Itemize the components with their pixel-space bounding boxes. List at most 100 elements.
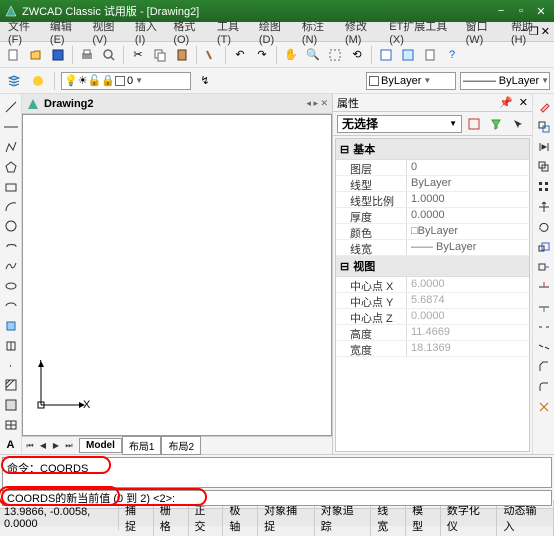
- mdi-close-button[interactable]: ✕: [541, 25, 550, 38]
- prop-ltscale-value[interactable]: 1.0000: [406, 192, 529, 207]
- rotate-button[interactable]: [535, 218, 553, 236]
- command-history[interactable]: 命令：COORDS: [2, 457, 552, 488]
- menu-draw[interactable]: 绘图(D): [255, 16, 298, 48]
- hatch-button[interactable]: [2, 376, 20, 394]
- paste-button[interactable]: [172, 45, 192, 65]
- block-button[interactable]: [2, 337, 20, 355]
- join-button[interactable]: [535, 338, 553, 356]
- layer-state-button[interactable]: [28, 71, 48, 91]
- tab-next-button[interactable]: ▶: [50, 439, 62, 453]
- offset-button[interactable]: [535, 158, 553, 176]
- prop-group-view[interactable]: ⊟视图: [336, 256, 529, 277]
- table-button[interactable]: [2, 416, 20, 434]
- undo-button[interactable]: ↶: [230, 45, 250, 65]
- selection-combo[interactable]: 无选择 ▼: [337, 115, 462, 133]
- menu-insert[interactable]: 插入(I): [131, 16, 169, 48]
- prop-color-value[interactable]: □ByLayer: [406, 224, 529, 239]
- menu-dim[interactable]: 标注(N): [298, 16, 341, 48]
- mtext-button[interactable]: A: [2, 436, 20, 454]
- circle-button[interactable]: [2, 217, 20, 235]
- tab-layout2[interactable]: 布局2: [161, 436, 201, 455]
- mdi-restore-button[interactable]: ❐: [529, 25, 539, 38]
- open-button[interactable]: [26, 45, 46, 65]
- cut-button[interactable]: ✂: [128, 45, 148, 65]
- prop-layer-value[interactable]: 0: [406, 160, 529, 175]
- fillet-button[interactable]: [535, 378, 553, 396]
- tab-layout1[interactable]: 布局1: [122, 436, 162, 455]
- match-button[interactable]: [201, 45, 221, 65]
- zoom-window-button[interactable]: [325, 45, 345, 65]
- color-combo[interactable]: ByLayer ▼: [366, 72, 456, 90]
- menu-format[interactable]: 格式(O): [169, 16, 213, 48]
- help-button[interactable]: ?: [442, 45, 462, 65]
- revcloud-button[interactable]: [2, 237, 20, 255]
- quick-select-button[interactable]: [486, 114, 506, 134]
- tab-last-button[interactable]: ⏭: [63, 439, 75, 453]
- array-button[interactable]: [535, 178, 553, 196]
- explode-button[interactable]: [535, 398, 553, 416]
- zoom-rt-button[interactable]: 🔍: [303, 45, 323, 65]
- scale-button[interactable]: [535, 238, 553, 256]
- spline-button[interactable]: [2, 257, 20, 275]
- region-button[interactable]: [2, 396, 20, 414]
- ellipse-arc-button[interactable]: [2, 297, 20, 315]
- trim-button[interactable]: [535, 278, 553, 296]
- tab-model[interactable]: Model: [79, 438, 122, 453]
- menu-view[interactable]: 视图(V): [88, 16, 130, 48]
- prop-lineweight-value[interactable]: —— ByLayer: [406, 240, 529, 255]
- redo-button[interactable]: ↷: [252, 45, 272, 65]
- prop-cx-value: 6.0000: [406, 277, 529, 292]
- pan-button[interactable]: ✋: [281, 45, 301, 65]
- print-button[interactable]: [77, 45, 97, 65]
- drawing-canvas[interactable]: X Y: [22, 114, 332, 436]
- break-button[interactable]: [535, 318, 553, 336]
- insert-button[interactable]: [2, 317, 20, 335]
- drawing-tab-label[interactable]: Drawing2: [44, 98, 94, 110]
- prop-group-basic[interactable]: ⊟基本: [336, 139, 529, 160]
- point-button[interactable]: ·: [2, 357, 20, 375]
- extend-button[interactable]: [535, 298, 553, 316]
- prop-linetype-value[interactable]: ByLayer: [406, 176, 529, 191]
- menu-window[interactable]: 窗口(W): [462, 16, 507, 48]
- menu-modify[interactable]: 修改(M): [341, 16, 385, 48]
- status-coords[interactable]: 13.9866, -0.0058, 0.0000: [0, 506, 119, 530]
- linetype-combo[interactable]: ——— ByLayer ▼: [460, 72, 550, 90]
- menu-tools[interactable]: 工具(T): [213, 16, 255, 48]
- tab-first-button[interactable]: ⏮: [24, 439, 36, 453]
- calc-button[interactable]: [420, 45, 440, 65]
- move-button[interactable]: [535, 198, 553, 216]
- copy2-button[interactable]: [535, 118, 553, 136]
- properties-pin-button[interactable]: 📌: [499, 96, 513, 109]
- new-button[interactable]: [4, 45, 24, 65]
- select-objects-button[interactable]: [508, 114, 528, 134]
- erase-button[interactable]: [535, 98, 553, 116]
- polygon-button[interactable]: [2, 158, 20, 176]
- properties-button[interactable]: [376, 45, 396, 65]
- dc-button[interactable]: [398, 45, 418, 65]
- layer-prev-button[interactable]: ↯: [195, 71, 215, 91]
- chamfer-button[interactable]: [535, 358, 553, 376]
- menu-et[interactable]: ET扩展工具(X): [385, 16, 461, 48]
- save-button[interactable]: [48, 45, 68, 65]
- layer-combo[interactable]: 💡☀🔓🔒 0 ▼: [61, 72, 191, 90]
- properties-close-button[interactable]: ✕: [519, 96, 528, 109]
- mdi-minimize-button[interactable]: −: [520, 25, 526, 38]
- toggle-pai-button[interactable]: [464, 114, 484, 134]
- tab-prev-button[interactable]: ◀: [37, 439, 49, 453]
- line-button[interactable]: [2, 98, 20, 116]
- rect-button[interactable]: [2, 178, 20, 196]
- arc-button[interactable]: [2, 197, 20, 215]
- ellipse-button[interactable]: [2, 277, 20, 295]
- menu-edit[interactable]: 编辑(E): [46, 16, 88, 48]
- preview-button[interactable]: [99, 45, 119, 65]
- prop-thickness-value[interactable]: 0.0000: [406, 208, 529, 223]
- copy-button[interactable]: [150, 45, 170, 65]
- drawing-tab-controls[interactable]: ◂ ▸ ✕: [306, 98, 328, 109]
- layer-manager-button[interactable]: [4, 71, 24, 91]
- menu-file[interactable]: 文件(F): [4, 16, 46, 48]
- zoom-prev-button[interactable]: ⟲: [347, 45, 367, 65]
- stretch-button[interactable]: [535, 258, 553, 276]
- xline-button[interactable]: [2, 118, 20, 136]
- mirror-button[interactable]: [535, 138, 553, 156]
- pline-button[interactable]: [2, 138, 20, 156]
